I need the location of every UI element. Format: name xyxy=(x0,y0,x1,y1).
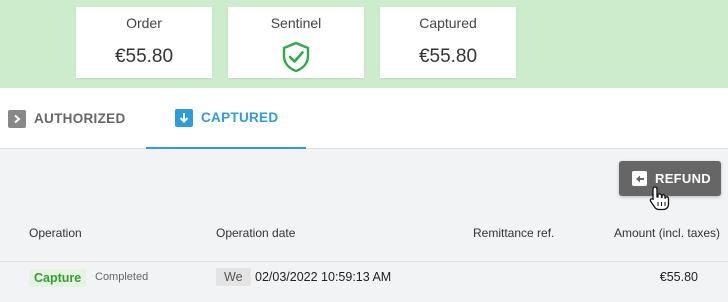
captured-card: Captured €55.80 xyxy=(380,7,516,78)
column-header-operation[interactable]: Operation xyxy=(29,226,82,240)
sentinel-card-title: Sentinel xyxy=(270,15,322,31)
tab-captured-label: CAPTURED xyxy=(201,110,279,125)
summary-band: Order €55.80 Sentinel Captured €55.80 xyxy=(0,0,728,88)
chevron-right-icon xyxy=(8,109,26,128)
table-row[interactable]: Capture Completed We 02/03/2022 10:59:13… xyxy=(0,262,728,302)
order-amount: €55.80 xyxy=(114,46,174,67)
arrow-down-icon xyxy=(175,108,193,127)
shield-check-icon xyxy=(282,41,310,73)
tabs-bar: AUTHORIZED CAPTURED xyxy=(0,88,728,149)
captured-card-title: Captured xyxy=(419,15,477,31)
refund-button-label: REFUND xyxy=(655,171,711,186)
order-card: Order €55.80 xyxy=(76,7,212,78)
hand-pointer-icon xyxy=(649,186,670,211)
row-amount: €55.80 xyxy=(659,270,698,284)
arrow-left-icon xyxy=(632,171,647,186)
column-header-operation-date[interactable]: Operation date xyxy=(216,226,295,240)
order-card-title: Order xyxy=(126,15,162,31)
operation-badge: Capture xyxy=(29,269,87,287)
refund-button[interactable]: REFUND xyxy=(619,161,721,196)
captured-amount: €55.80 xyxy=(418,46,478,67)
operation-status: Completed xyxy=(95,271,149,283)
tab-authorized-label: AUTHORIZED xyxy=(34,111,126,126)
tab-authorized[interactable]: AUTHORIZED xyxy=(8,88,126,149)
tab-captured[interactable]: CAPTURED xyxy=(146,88,306,149)
weekday-badge: We xyxy=(216,268,251,286)
column-header-remittance-ref[interactable]: Remittance ref. xyxy=(473,226,554,240)
operation-date: 02/03/2022 10:59:13 AM xyxy=(255,270,392,284)
sentinel-card: Sentinel xyxy=(228,7,364,78)
column-header-amount[interactable]: Amount (incl. taxes) xyxy=(614,226,720,240)
